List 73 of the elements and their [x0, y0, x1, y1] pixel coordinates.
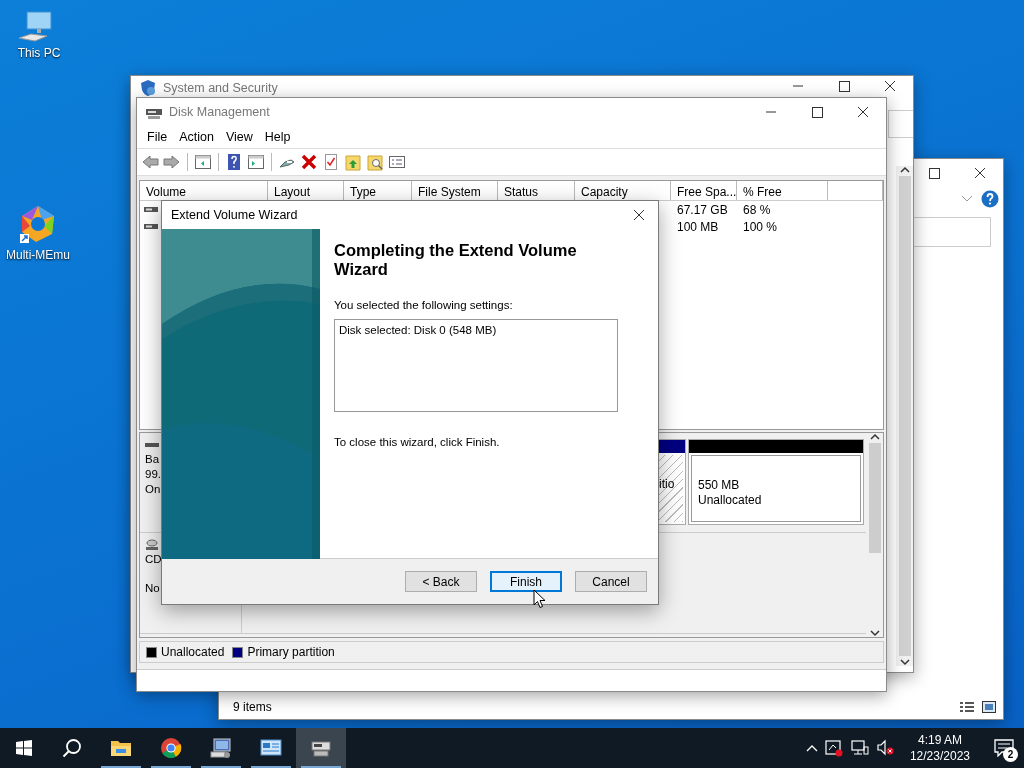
- search-field[interactable]: [888, 110, 913, 138]
- clock-time[interactable]: 4:19 AM: [917, 732, 962, 748]
- large-icons-view-icon[interactable]: [981, 700, 997, 714]
- volume-muted-icon[interactable]: [875, 739, 896, 757]
- scroll-up-icon[interactable]: [869, 433, 880, 441]
- menu-item[interactable]: Help: [258, 127, 297, 147]
- notification-count: 2: [1003, 747, 1018, 762]
- dialog-button[interactable]: Cancel: [575, 571, 647, 592]
- dialog-title: Extend Volume Wizard: [171, 206, 298, 224]
- menu-item[interactable]: Action: [173, 127, 220, 147]
- settings-list: Disk selected: Disk 0 (548 MB): [334, 319, 618, 413]
- column-header[interactable]: Free Spa...: [671, 181, 737, 200]
- instruction-text: To close this wizard, click Finish.: [334, 435, 501, 451]
- window-title: System and Security: [163, 80, 278, 97]
- scrollbar[interactable]: [896, 166, 913, 666]
- notification-button[interactable]: 2: [984, 728, 1024, 768]
- desktop-icon-label[interactable]: Multi-MEmu: [6, 246, 70, 264]
- security-alert-icon[interactable]: [823, 739, 844, 757]
- dialog-button[interactable]: Finish: [490, 571, 562, 592]
- computer-icon[interactable]: [210, 737, 232, 759]
- scrollbar[interactable]: [866, 433, 883, 637]
- windows-start-icon[interactable]: [16, 740, 32, 756]
- back-arrow-icon[interactable]: [141, 153, 159, 171]
- cd-drive-icon: [145, 538, 159, 551]
- column-header[interactable]: % Free: [737, 181, 828, 200]
- legend-label: Unallocated: [161, 644, 225, 661]
- action-pane-icon[interactable]: [247, 153, 265, 171]
- help-icon[interactable]: [225, 153, 243, 171]
- status-text: 9 items: [233, 699, 272, 716]
- disk-label-text: No: [145, 581, 161, 596]
- legend-label: Primary partition: [247, 644, 335, 661]
- disk-label-text: 99.: [145, 467, 162, 482]
- drive-icon: [144, 207, 158, 214]
- clock-date[interactable]: 12/23/2023: [909, 748, 970, 764]
- folder-search-icon[interactable]: [366, 153, 384, 171]
- desktop-icon-label[interactable]: This PC: [17, 44, 61, 62]
- details-view-icon[interactable]: [959, 700, 975, 714]
- disk-label-text: On: [145, 482, 162, 497]
- instruction-text: You selected the following settings:: [334, 298, 514, 313]
- dialog-button[interactable]: < Back: [405, 571, 477, 592]
- properties-icon[interactable]: [388, 153, 406, 171]
- help-icon[interactable]: [981, 190, 999, 208]
- scroll-down-icon[interactable]: [899, 658, 910, 666]
- delete-icon[interactable]: [300, 153, 318, 171]
- window-title: Disk Management: [169, 103, 270, 121]
- disk-label-text: Ba: [145, 452, 161, 467]
- chevron-down-icon[interactable]: [961, 195, 973, 203]
- menu-item[interactable]: File: [141, 127, 174, 147]
- browser-icon[interactable]: [160, 737, 182, 759]
- wizard-heading: Completing the Extend Volume Wizard: [334, 241, 578, 279]
- scroll-down-icon[interactable]: [869, 629, 880, 637]
- network-icon[interactable]: [849, 739, 870, 757]
- partition-text: Unallocated: [698, 493, 763, 508]
- table-cell-text: 100 %: [742, 218, 778, 236]
- table-cell-text: 68 %: [742, 201, 771, 219]
- scroll-up-icon[interactable]: [899, 166, 910, 174]
- partition-text: 550 MB: [698, 478, 741, 493]
- shield-icon: [139, 79, 157, 97]
- table-cell-text: 100 MB: [676, 218, 720, 236]
- notification-icon: [994, 739, 1014, 757]
- search-icon[interactable]: [62, 738, 82, 758]
- checklist-icon[interactable]: [322, 153, 340, 171]
- cursor-icon: [533, 589, 546, 609]
- control-panel-icon[interactable]: [260, 737, 282, 759]
- console-tree-icon[interactable]: [194, 153, 212, 171]
- table-cell-text: 67.17 GB: [676, 201, 729, 219]
- drive-icon: [144, 224, 158, 231]
- folder-up-icon[interactable]: [344, 153, 362, 171]
- chevron-up-icon[interactable]: [805, 744, 818, 752]
- disk-label-text: CD: [145, 552, 163, 567]
- menu-item[interactable]: View: [219, 127, 259, 147]
- partition-text: itio: [659, 477, 676, 492]
- forward-arrow-icon[interactable]: [163, 153, 181, 171]
